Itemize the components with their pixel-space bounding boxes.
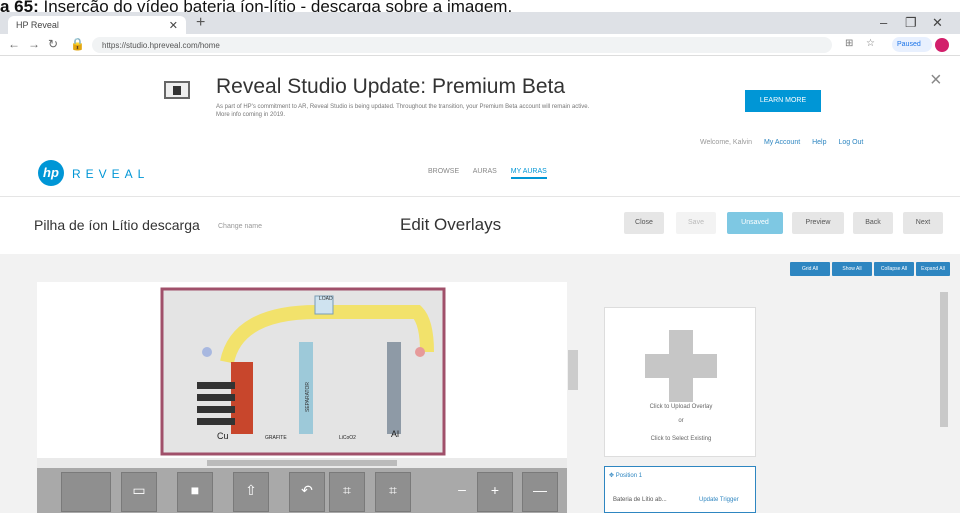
browser-tab-strip: HP Reveal ✕ + – ❐ ✕	[0, 12, 960, 34]
preview-button[interactable]: Preview	[792, 212, 844, 234]
frame-icon[interactable]: ⌗	[329, 472, 365, 512]
forward-icon[interactable]: →	[28, 37, 40, 51]
page-title: Edit Overlays	[400, 215, 502, 234]
zoom-level-icon: ‒	[449, 472, 475, 512]
close-window-icon[interactable]: ✕	[932, 15, 943, 31]
trigger-name: Bateria de Lítio ab...	[613, 497, 667, 503]
horizontal-scrollbar[interactable]	[37, 458, 567, 468]
restore-icon[interactable]: ❐	[905, 15, 917, 31]
grid-all-button[interactable]: Grid All	[790, 262, 830, 276]
expand-all-button[interactable]: Expand All	[916, 262, 950, 276]
next-button[interactable]: Next	[903, 212, 943, 234]
my-account-link[interactable]: My Account	[764, 139, 800, 146]
help-link[interactable]: Help	[812, 139, 826, 146]
profile-paused-button[interactable]: Paused	[892, 37, 932, 52]
change-name-link[interactable]: Change name	[218, 223, 262, 230]
upload-overlay-text[interactable]: Click to Upload Overlay	[605, 404, 757, 410]
nav-my-auras[interactable]: MY AURAS	[510, 168, 547, 179]
load-label: LOAD	[319, 296, 333, 302]
position-header: ✥ Position 1	[609, 472, 642, 479]
nav-auras[interactable]: AURAS	[473, 168, 497, 175]
hp-logo[interactable]: hp	[38, 160, 64, 186]
avatar[interactable]	[935, 38, 949, 52]
show-all-button[interactable]: Show All	[832, 262, 872, 276]
zoom-out-icon[interactable]: —	[522, 472, 558, 512]
undo-icon[interactable]: ↶	[289, 472, 325, 512]
position-title: Position 1	[615, 473, 643, 479]
square-icon[interactable]: ■	[177, 472, 213, 512]
nav-browse[interactable]: BROWSE	[428, 168, 459, 175]
url-input[interactable]: https://studio.hpreveal.com/home	[92, 37, 832, 53]
al-label: Al	[391, 429, 399, 439]
browser-tab[interactable]: HP Reveal ✕	[8, 16, 186, 34]
back-button[interactable]: Back	[853, 212, 893, 234]
banner-close-icon[interactable]: ×	[930, 69, 942, 92]
plus-icon[interactable]	[645, 330, 717, 402]
logout-link[interactable]: Log Out	[838, 139, 863, 146]
scrollbar-thumb[interactable]	[207, 460, 397, 466]
star-icon[interactable]: ☆	[866, 38, 875, 49]
position-card[interactable]: ✥ Position 1 Bateria de Lítio ab... Upda…	[604, 466, 756, 513]
grafite-label: GRAFITE	[265, 435, 287, 441]
project-name: Pilha de íon Lítio descarga	[34, 217, 200, 233]
canvas-tool-button[interactable]	[61, 472, 111, 512]
or-text: or	[678, 418, 684, 424]
update-trigger-link[interactable]: Update Trigger	[699, 497, 739, 503]
translate-icon[interactable]: ⊞	[845, 38, 853, 49]
new-tab-icon[interactable]: +	[196, 14, 205, 32]
select-existing-text[interactable]: Click to Select Existing	[605, 436, 757, 442]
learn-more-button[interactable]: LEARN MORE	[745, 90, 821, 112]
licoo2-label: LiCoO2	[339, 435, 356, 441]
battery-diagram: LOAD SEPARATOR Cu GRAFITE LiCoO2 Al	[160, 287, 446, 456]
banner-image-icon	[164, 81, 190, 99]
trigger-canvas[interactable]: LOAD SEPARATOR Cu GRAFITE LiCoO2 Al	[37, 282, 567, 458]
vertical-scrollbar[interactable]	[568, 350, 578, 390]
separator-label: SEPARATOR	[305, 382, 311, 412]
right-scrollbar[interactable]	[940, 292, 948, 427]
collapse-all-button[interactable]: Collapse All	[874, 262, 914, 276]
monitor-icon[interactable]: ▭	[121, 472, 157, 512]
canvas-toolbar: ▭ ■ ⇧ ↶ ⌗ ⌗ ‒ + —	[37, 468, 567, 513]
unsaved-button[interactable]: Unsaved	[727, 212, 783, 234]
overlay-upload-panel[interactable]: Click to Upload Overlay or Click to Sele…	[604, 307, 756, 457]
tab-title: HP Reveal	[16, 20, 59, 30]
upload-icon[interactable]: ⇧	[233, 472, 269, 512]
back-icon[interactable]: ←	[8, 37, 20, 51]
zoom-in-icon[interactable]: +	[477, 472, 513, 512]
close-button[interactable]: Close	[624, 212, 664, 234]
brand-name: REVEAL	[72, 167, 150, 181]
user-links: Welcome, Kalvin My Account Help Log Out	[700, 139, 873, 146]
save-button[interactable]: Save	[676, 212, 716, 234]
reload-icon[interactable]: ↻	[48, 37, 58, 51]
address-bar-row: ← → ↻ 🔒 https://studio.hpreveal.com/home…	[0, 34, 960, 56]
cu-label: Cu	[217, 431, 229, 441]
top-nav: BROWSE AURAS MY AURAS	[428, 168, 559, 179]
move-icon[interactable]: ✥	[609, 473, 614, 479]
banner-body: As part of HP's commitment to AR, Reveal…	[216, 104, 590, 118]
banner-title: Reveal Studio Update: Premium Beta	[216, 75, 566, 98]
close-tab-icon[interactable]: ✕	[169, 19, 178, 32]
update-banner: Reveal Studio Update: Premium Beta As pa…	[0, 57, 960, 134]
lock-icon: 🔒	[70, 37, 85, 51]
fit-icon[interactable]: ⌗	[375, 472, 411, 512]
welcome-text: Welcome, Kalvin	[700, 139, 753, 146]
editor-titlebar: Pilha de íon Lítio descarga Change name …	[0, 197, 960, 253]
minimize-icon[interactable]: –	[880, 15, 887, 30]
